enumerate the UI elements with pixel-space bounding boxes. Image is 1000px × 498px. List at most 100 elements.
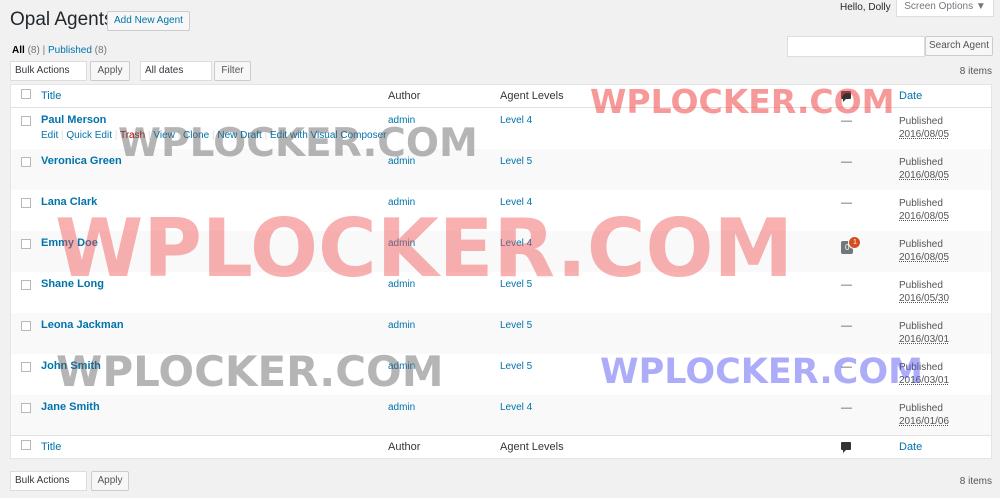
title-cell: Shane Long: [41, 272, 388, 313]
row-action-view[interactable]: View: [153, 130, 175, 141]
row-checkbox[interactable]: [21, 279, 31, 290]
agent-title-link[interactable]: Lana Clark: [41, 196, 97, 208]
row-checkbox[interactable]: [21, 361, 31, 372]
author-cell: admin: [388, 149, 500, 190]
comments-cell: —: [841, 395, 899, 436]
status-filter: All (8) | Published (8): [12, 45, 107, 56]
items-count-top: 8 items: [959, 66, 992, 77]
row-action-clone[interactable]: Clone: [183, 130, 209, 141]
column-date-header[interactable]: Date: [899, 90, 922, 102]
date-cell: Published 2016/01/06: [899, 395, 992, 436]
column-title-header[interactable]: Title: [41, 90, 61, 102]
row-checkbox-cell: [11, 231, 42, 272]
agent-level-link[interactable]: Level 4: [500, 238, 532, 249]
agent-level-link[interactable]: Level 5: [500, 156, 532, 167]
agent-level-link[interactable]: Level 5: [500, 279, 532, 290]
author-link[interactable]: admin: [388, 238, 415, 249]
agents-table: Title Author Agent Levels Date Paul Mers…: [10, 84, 992, 459]
column-levels-header: Agent Levels: [500, 90, 564, 102]
agent-title-link[interactable]: Shane Long: [41, 278, 104, 290]
row-action-edit[interactable]: Edit: [41, 130, 58, 141]
no-comments-dash: —: [841, 115, 852, 127]
search-input[interactable]: [787, 36, 925, 57]
row-action-separator: |: [177, 130, 181, 141]
row-checkbox[interactable]: [21, 238, 31, 249]
no-comments-dash: —: [841, 196, 852, 209]
page-title: Opal Agents: [10, 9, 114, 30]
author-link[interactable]: admin: [388, 115, 415, 126]
agent-title-link[interactable]: Veronica Green: [41, 155, 122, 167]
author-link[interactable]: admin: [388, 279, 415, 290]
select-all-checkbox-bottom[interactable]: [21, 440, 31, 450]
bulk-actions-select-bottom[interactable]: Bulk Actions: [10, 471, 87, 491]
author-link[interactable]: admin: [388, 402, 415, 413]
filter-all-link[interactable]: All: [12, 45, 25, 56]
post-status: Published: [899, 156, 943, 168]
title-cell: Lana Clark: [41, 190, 388, 231]
bulk-actions-select-top[interactable]: Bulk Actions: [10, 61, 87, 81]
column-levels-footer: Agent Levels: [500, 441, 564, 453]
row-action-edit-vc[interactable]: Edit with Visual Composer: [270, 130, 387, 141]
row-checkbox[interactable]: [21, 402, 31, 413]
title-cell: Leona Jackman: [41, 313, 388, 354]
agent-level-link[interactable]: Level 5: [500, 361, 532, 372]
filter-button[interactable]: Filter: [214, 61, 251, 81]
post-date: 2016/08/05: [899, 169, 950, 181]
post-status: Published: [899, 279, 943, 291]
row-checkbox[interactable]: [21, 197, 31, 208]
select-all-cell: [11, 85, 42, 108]
column-date-footer[interactable]: Date: [899, 441, 922, 453]
author-link[interactable]: admin: [388, 320, 415, 331]
apply-button-top[interactable]: Apply: [90, 61, 130, 81]
select-all-checkbox[interactable]: [21, 89, 31, 99]
post-status: Published: [899, 238, 943, 250]
table-row: Veronica Green admin Level 5 — Published 2016…: [10, 148, 992, 190]
row-action-separator: |: [61, 130, 64, 141]
date-cell: Published 2016/08/05: [899, 108, 992, 149]
author-link[interactable]: admin: [388, 156, 415, 167]
row-action-separator: |: [147, 130, 151, 141]
row-checkbox[interactable]: [21, 116, 31, 126]
agent-title-link[interactable]: Emmy Doe: [41, 237, 98, 249]
row-action-quick-edit[interactable]: Quick Edit: [66, 130, 112, 141]
post-status: Published: [899, 402, 943, 414]
select-all-cell-bottom: [11, 436, 42, 459]
screen-options-button[interactable]: Screen Options ▼: [896, 0, 994, 17]
agent-title-link[interactable]: Jane Smith: [41, 401, 100, 413]
agent-level-link[interactable]: Level 5: [500, 320, 532, 331]
author-link[interactable]: admin: [388, 197, 415, 208]
title-cell: Paul Merson Edit | Quick Edit | Trash | V…: [41, 108, 388, 149]
agent-title-link[interactable]: John Smith: [41, 360, 101, 372]
row-checkbox[interactable]: [21, 320, 31, 331]
agent-title-link[interactable]: Paul Merson: [41, 114, 106, 126]
column-comments-footer: [841, 436, 899, 459]
agent-level-link[interactable]: Level 4: [500, 197, 532, 208]
table-body: Paul Merson Edit | Quick Edit | Trash | V…: [10, 108, 992, 436]
table-row: Jane Smith admin Level 4 — Published 2016/01/…: [10, 394, 992, 436]
comment-count-bubble[interactable]: 01: [841, 235, 862, 254]
apply-button-bottom[interactable]: Apply: [91, 471, 129, 491]
filter-published-link[interactable]: Published: [48, 45, 92, 56]
dates-select[interactable]: All dates: [140, 61, 212, 81]
level-cell: Level 4: [500, 231, 841, 272]
agent-level-link[interactable]: Level 4: [500, 402, 532, 413]
post-date: 2016/03/01: [899, 333, 950, 345]
row-action-trash[interactable]: Trash: [120, 130, 145, 141]
column-comments-header: [841, 85, 899, 108]
search-agent-button[interactable]: Search Agent: [925, 36, 993, 56]
filter-published-count: (8): [94, 45, 107, 56]
title-cell: Emmy Doe: [41, 231, 388, 272]
title-cell: Veronica Green: [41, 149, 388, 190]
agent-level-link[interactable]: Level 4: [500, 115, 532, 126]
post-status: Published: [899, 320, 943, 332]
user-greeting[interactable]: Hello, Dolly: [840, 2, 891, 13]
row-checkbox[interactable]: [21, 156, 31, 167]
column-title-footer[interactable]: Title: [41, 441, 61, 453]
add-new-agent-button[interactable]: Add New Agent: [107, 11, 190, 31]
author-cell: admin: [388, 108, 500, 149]
row-action-new-draft[interactable]: New Draft: [217, 130, 261, 141]
level-cell: Level 5: [500, 354, 841, 395]
author-link[interactable]: admin: [388, 361, 415, 372]
agent-title-link[interactable]: Leona Jackman: [41, 319, 124, 331]
row-checkbox-cell: [11, 354, 42, 395]
